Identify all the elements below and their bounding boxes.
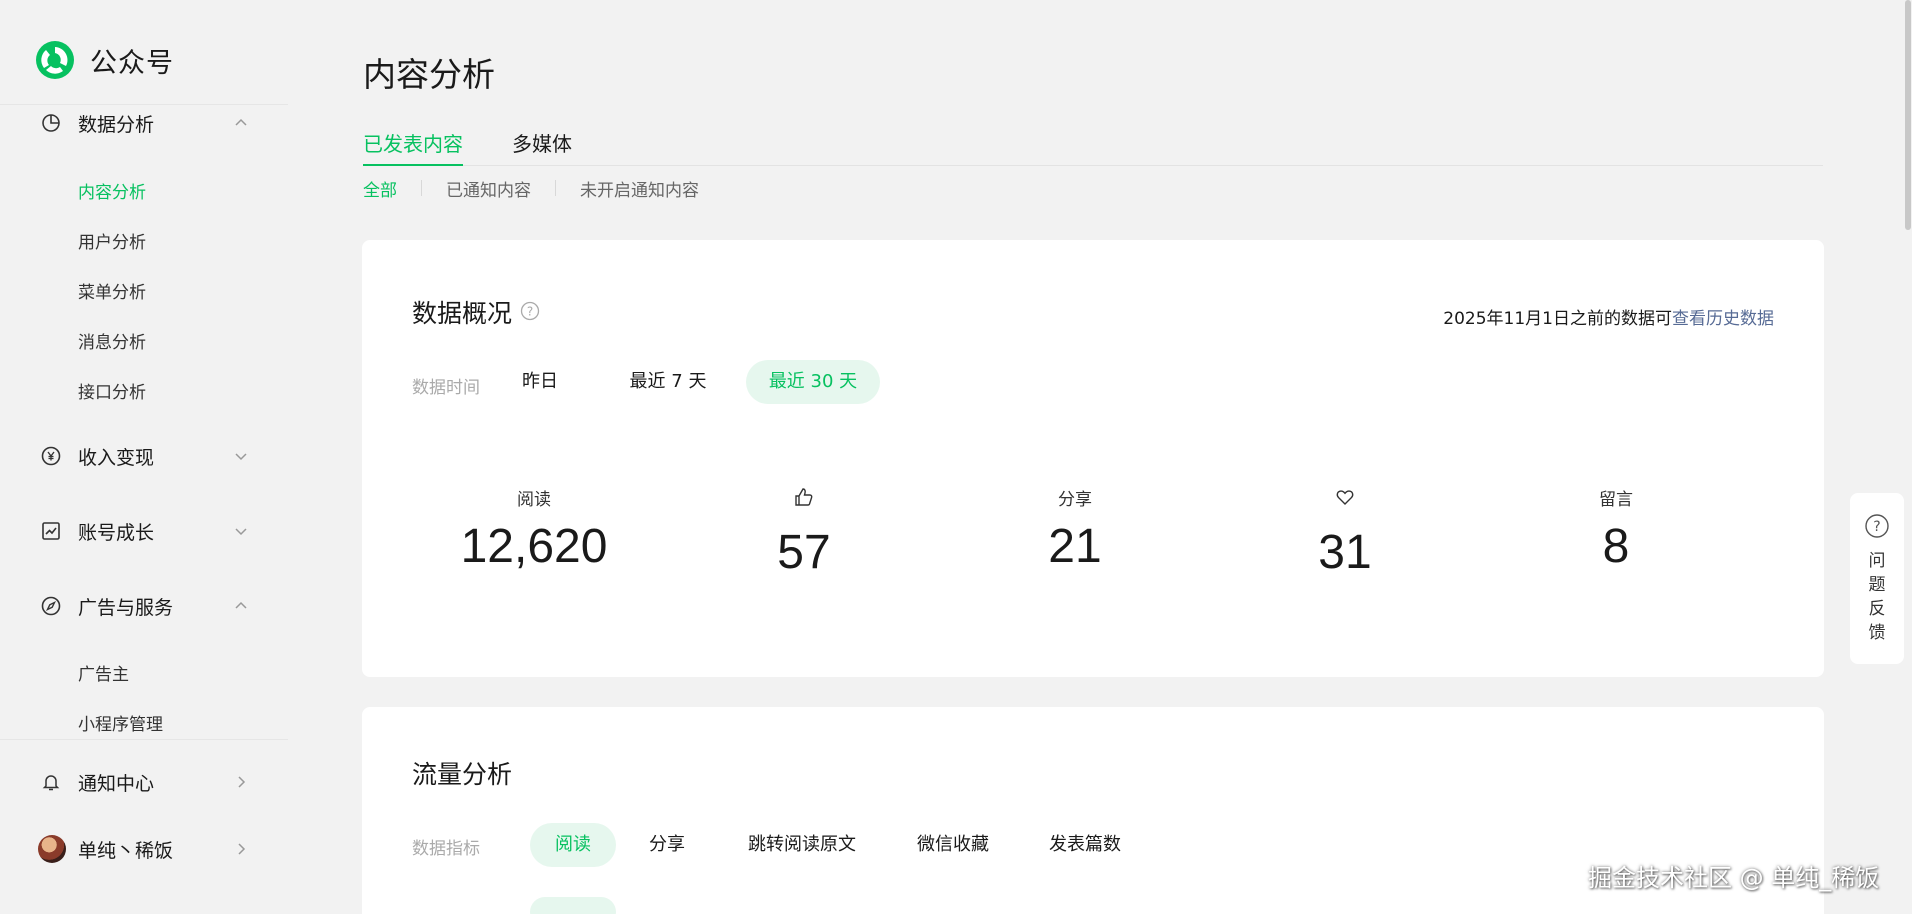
time-range-label: 数据时间: [412, 378, 480, 398]
user-name: 单纯丶稀饭: [78, 839, 174, 862]
svg-text:?: ?: [527, 305, 533, 319]
stat-favorites: 31: [1210, 485, 1480, 580]
chevron-right-icon: [238, 843, 246, 855]
nav-notification-center[interactable]: 通知中心: [40, 767, 250, 797]
stat-value: 21: [1048, 520, 1102, 573]
feedback-button[interactable]: ? 问题反馈: [1850, 493, 1904, 664]
time-option-yesterday[interactable]: 昨日: [492, 360, 588, 404]
stat-label: 分享: [1058, 489, 1092, 510]
tab-multimedia[interactable]: 多媒体: [512, 128, 572, 166]
watermark: 掘金技术社区 @ 单纯_稀饭: [1588, 864, 1880, 892]
nav-group-account-growth[interactable]: 账号成长: [40, 516, 250, 546]
notice-text: 2025年11月1日之前的数据可: [1443, 309, 1672, 329]
content-tabs: 已发表内容 多媒体: [363, 128, 1823, 166]
nav-group-monetization[interactable]: 收入变现: [40, 441, 250, 471]
sidebar-item-content-analysis[interactable]: 内容分析: [78, 178, 146, 203]
nav-group-data-analysis[interactable]: 数据分析: [40, 108, 250, 138]
stat-shares: 分享 21: [940, 485, 1210, 574]
metric-label: 数据指标: [412, 839, 480, 859]
metric-wechat-favorites[interactable]: 微信收藏: [892, 823, 1014, 867]
scrollbar-thumb[interactable]: [1905, 0, 1911, 230]
avatar: [38, 835, 66, 863]
nav-group-label: 数据分析: [78, 113, 155, 136]
subtab-not-notified[interactable]: 未开启通知内容: [580, 176, 699, 201]
subtab-all[interactable]: 全部: [363, 176, 397, 201]
brand-name: 公众号: [90, 47, 174, 79]
chevron-down-icon: [235, 528, 247, 536]
sidebar-item-message-analysis[interactable]: 消息分析: [78, 328, 146, 353]
stat-likes: 57: [669, 485, 939, 580]
divider: [0, 739, 288, 740]
divider: [555, 180, 556, 196]
nav-user-account[interactable]: 单纯丶稀饭: [38, 834, 250, 864]
data-overview-card: 数据概况 ? 2025年11月1日之前的数据可查看历史数据 数据时间 昨日 最近…: [362, 240, 1824, 677]
tab-published-content[interactable]: 已发表内容: [363, 128, 463, 166]
trend-chart-icon: [40, 520, 62, 542]
stat-label: 留言: [1599, 489, 1633, 510]
compass-icon: [40, 595, 62, 617]
time-option-30-days[interactable]: 最近 30 天: [746, 360, 880, 404]
yen-icon: [40, 445, 62, 467]
metric-read-original[interactable]: 跳转阅读原文: [728, 823, 876, 867]
pie-chart-icon: [40, 112, 62, 134]
sidebar-item-miniprogram-management[interactable]: 小程序管理: [78, 710, 163, 735]
stat-label: 阅读: [517, 489, 551, 510]
divider: [421, 180, 422, 196]
sidebar: 公众号 数据分析 内容分析 用户分析 菜单分析 消息分析 接口分析 收入变现 账…: [0, 0, 288, 914]
stat-value: 12,620: [460, 520, 608, 573]
question-icon: ?: [1865, 514, 1889, 538]
sidebar-item-advertiser[interactable]: 广告主: [78, 660, 129, 685]
nav-group-ads-services[interactable]: 广告与服务: [40, 591, 250, 621]
chevron-down-icon: [235, 453, 247, 461]
svg-text:?: ?: [1873, 519, 1880, 535]
chevron-right-icon: [238, 776, 246, 788]
chevron-up-icon: [235, 118, 247, 126]
metric-reads[interactable]: 阅读: [530, 823, 616, 867]
sidebar-item-menu-analysis[interactable]: 菜单分析: [78, 278, 146, 303]
nav-label: 通知中心: [78, 772, 155, 795]
bell-icon: [40, 771, 62, 793]
card-title: 数据概况: [412, 299, 513, 328]
nav-group-label: 广告与服务: [78, 596, 174, 619]
page-scrollbar[interactable]: [1904, 0, 1912, 914]
card-title: 流量分析: [412, 760, 513, 789]
stat-value: 8: [1602, 520, 1630, 573]
page-title: 内容分析: [363, 55, 495, 94]
wechat-official-account-logo-icon: [36, 41, 74, 79]
sidebar-item-user-analysis[interactable]: 用户分析: [78, 228, 146, 253]
divider: [0, 104, 288, 105]
chevron-up-icon: [235, 601, 247, 609]
stat-value: 57: [777, 526, 831, 579]
stat-reads: 阅读 12,620: [399, 485, 669, 574]
heart-icon: [1210, 485, 1480, 509]
feedback-label: 问题反馈: [1868, 551, 1886, 643]
thumbs-up-icon: [669, 485, 939, 509]
stat-value: 31: [1318, 526, 1372, 579]
metric-published-count[interactable]: 发表篇数: [1024, 823, 1146, 867]
brand-logo[interactable]: 公众号: [34, 38, 174, 82]
history-data-notice: 2025年11月1日之前的数据可查看历史数据: [1443, 304, 1774, 329]
nav-group-label: 账号成长: [78, 521, 155, 544]
help-icon[interactable]: ?: [520, 301, 540, 321]
time-option-7-days[interactable]: 最近 7 天: [602, 360, 734, 404]
metric-shares[interactable]: 分享: [624, 823, 710, 867]
subtabs: 全部 已通知内容 未开启通知内容: [363, 176, 699, 201]
stat-comments: 留言 8: [1481, 485, 1751, 574]
view-history-link[interactable]: 查看历史数据: [1672, 309, 1774, 329]
channel-filter-selected[interactable]: [530, 897, 616, 914]
subtab-notified[interactable]: 已通知内容: [446, 176, 531, 201]
sidebar-item-api-analysis[interactable]: 接口分析: [78, 378, 146, 403]
nav-group-label: 收入变现: [78, 446, 155, 469]
